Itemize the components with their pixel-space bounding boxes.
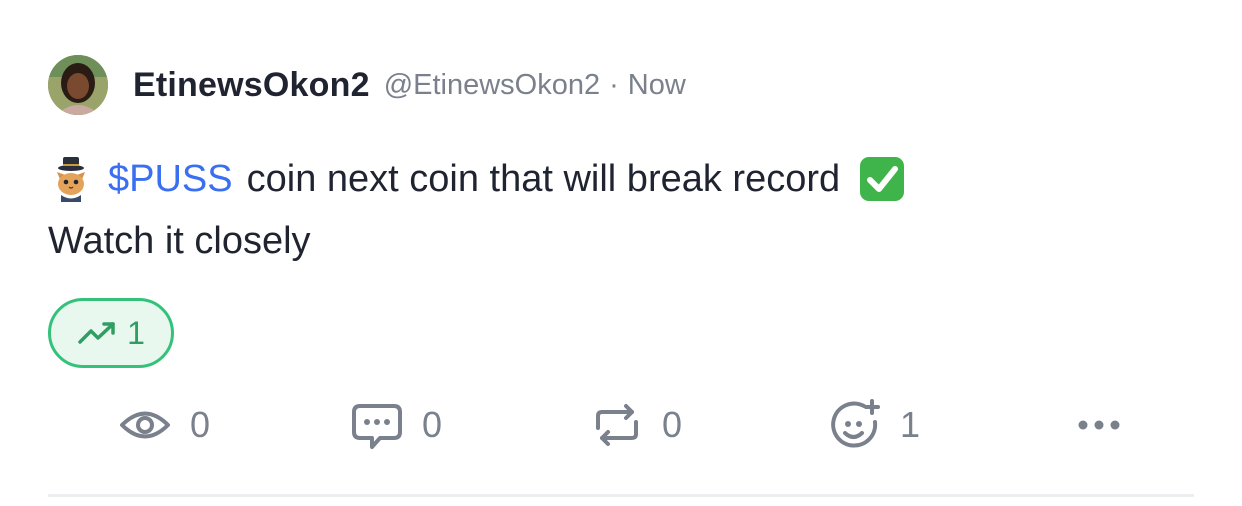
- avatar[interactable]: [48, 55, 108, 115]
- divider: [48, 494, 1194, 497]
- timestamp[interactable]: Now: [628, 69, 686, 101]
- reaction-button[interactable]: 1: [828, 398, 920, 452]
- comments-count: 0: [422, 404, 443, 445]
- views-button[interactable]: 0: [118, 398, 210, 452]
- comment-icon: [352, 404, 402, 449]
- cashtag-link[interactable]: $PUSS: [108, 148, 233, 210]
- post-text-line-1-rest: coin next coin that will break record: [246, 158, 841, 200]
- post-content: $PUSS coin next coin that will break rec…: [48, 148, 906, 272]
- post-header: EtinewsOkon2 @EtinewsOkon2 · Now: [133, 60, 686, 110]
- post-text-line-1: $PUSS coin next coin that will break rec…: [48, 148, 906, 210]
- repost-icon: [596, 404, 638, 446]
- post-text-line-2: Watch it closely: [48, 220, 311, 262]
- handle[interactable]: @EtinewsOkon2: [384, 69, 600, 101]
- eye-icon: [120, 411, 170, 439]
- reposts-count: 0: [662, 404, 683, 445]
- more-button[interactable]: [1072, 398, 1126, 452]
- comment-button[interactable]: 0: [350, 398, 442, 452]
- meta-separator: ·: [609, 68, 619, 101]
- action-bar: 0 0 0 1: [0, 398, 1242, 458]
- more-icon: [1078, 420, 1120, 430]
- puss-cat-emoji-icon: [57, 157, 85, 202]
- trend-chip[interactable]: 1: [48, 298, 174, 368]
- avatar-image: [48, 55, 108, 115]
- repost-button[interactable]: 0: [590, 398, 682, 452]
- post-meta: @EtinewsOkon2 · Now: [384, 69, 686, 102]
- trend-count: 1: [127, 314, 145, 351]
- trending-up-icon: [78, 322, 115, 344]
- add-reaction-icon: [831, 399, 880, 448]
- post-card: EtinewsOkon2 @EtinewsOkon2 · Now $PUSS coi…: [0, 0, 1242, 506]
- display-name[interactable]: EtinewsOkon2: [133, 66, 370, 105]
- views-count: 0: [190, 404, 211, 445]
- check-mark-emoji-icon: [860, 157, 905, 201]
- reactions-count: 1: [900, 404, 921, 445]
